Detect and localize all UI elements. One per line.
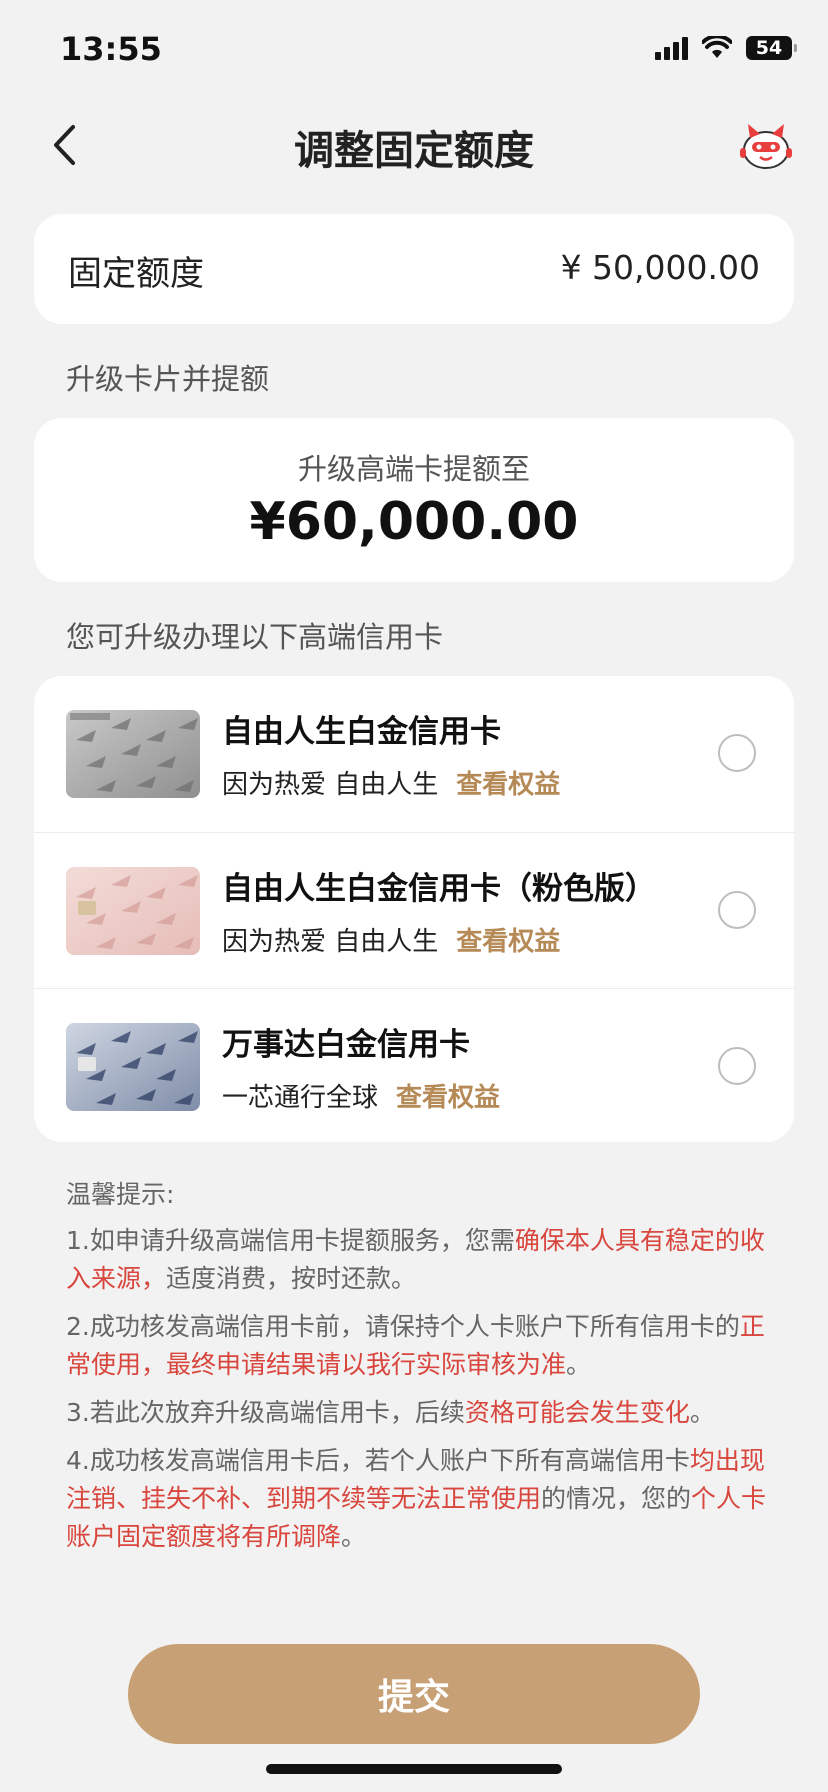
status-time: 13:55 (60, 30, 162, 68)
card-desc: 一芯通行全球 查看权益 (222, 1077, 500, 1114)
tip-2: 2.成功核发高端信用卡前，请保持个人卡账户下所有信用卡的正常使用，最终申请结果请… (66, 1308, 776, 1384)
card-desc: 因为热爱 自由人生 查看权益 (222, 764, 560, 801)
card-radio[interactable] (718, 1047, 756, 1085)
fixed-limit-value: ¥ 50,000.00 (560, 248, 760, 287)
card-option-3[interactable]: 万事达白金信用卡 一芯通行全球 查看权益 (34, 988, 794, 1142)
upgrade-section-title: 升级卡片并提额 (66, 362, 270, 396)
tips-title: 温馨提示: (66, 1180, 175, 1209)
tip-3: 3.若此次放弃升级高端信用卡，后续资格可能会发生变化。 (66, 1394, 776, 1432)
tip-text: 。 (566, 1350, 592, 1379)
view-benefits-link[interactable]: 查看权益 (456, 770, 560, 800)
tip-4: 4.成功核发高端信用卡后，若个人账户下所有高端信用卡均出现注销、挂失不补、到期不… (66, 1442, 776, 1556)
view-benefits-link[interactable]: 查看权益 (456, 927, 560, 957)
tip-text: 3.若此次放弃升级高端信用卡，后续 (66, 1398, 465, 1427)
battery-icon: 54 (746, 36, 797, 60)
tips-section: 温馨提示: 1.如申请升级高端信用卡提额服务，您需确保本人具有稳定的收入来源，适… (66, 1176, 776, 1566)
card-list-title: 您可升级办理以下高端信用卡 (66, 620, 444, 654)
home-indicator (266, 1764, 562, 1774)
card-option-2[interactable]: 自由人生白金信用卡（粉色版） 因为热爱 自由人生 查看权益 (34, 832, 794, 989)
upgrade-amount-card: 升级高端卡提额至 ¥60,000.00 (34, 418, 794, 582)
card-radio[interactable] (718, 891, 756, 929)
card-name: 自由人生白金信用卡（粉色版） (222, 871, 656, 907)
card-image-silver (66, 710, 200, 798)
upgrade-subtitle: 升级高端卡提额至 (297, 452, 530, 486)
page-title: 调整固定额度 (294, 128, 534, 174)
tip-text: 的情况，您的 (541, 1484, 692, 1513)
upgrade-amount: ¥60,000.00 (249, 492, 579, 552)
tip-text: 适度消费，按时还款。 (166, 1264, 417, 1293)
tip-text: 。 (689, 1398, 715, 1427)
card-slogan: 一芯通行全球 (222, 1083, 379, 1113)
cellular-signal-icon (655, 36, 688, 60)
card-image-blue (66, 1023, 200, 1111)
card-list: 自由人生白金信用卡 因为热爱 自由人生 查看权益 自由人生白金信用卡（粉色版） 因… (34, 676, 794, 1142)
nav-bar: 调整固定额度 (0, 100, 828, 190)
card-slogan: 因为热爱 自由人生 (222, 770, 439, 800)
submit-button[interactable]: 提交 (128, 1644, 700, 1744)
tip-text: 2.成功核发高端信用卡前，请保持个人卡账户下所有信用卡的 (66, 1312, 740, 1341)
fixed-limit-card: 固定额度 ¥ 50,000.00 (34, 214, 794, 324)
tip-text: 。 (341, 1522, 367, 1551)
status-bar: 13:55 54 (0, 0, 828, 90)
tip-text: 4.成功核发高端信用卡后，若个人账户下所有高端信用卡 (66, 1446, 690, 1475)
status-icons: 54 (655, 36, 797, 60)
card-desc: 因为热爱 自由人生 查看权益 (222, 921, 560, 958)
card-radio[interactable] (718, 734, 756, 772)
card-name: 万事达白金信用卡 (222, 1027, 470, 1063)
card-slogan: 因为热爱 自由人生 (222, 927, 439, 957)
tip-highlight: 资格可能会发生变化 (464, 1398, 690, 1427)
tip-1: 1.如申请升级高端信用卡提额服务，您需确保本人具有稳定的收入来源，适度消费，按时… (66, 1222, 776, 1298)
card-option-1[interactable]: 自由人生白金信用卡 因为热爱 自由人生 查看权益 (34, 676, 794, 832)
view-benefits-link[interactable]: 查看权益 (396, 1083, 500, 1113)
wifi-icon (702, 36, 732, 58)
card-image-pink (66, 867, 200, 955)
fixed-limit-label: 固定额度 (68, 254, 204, 294)
card-name: 自由人生白金信用卡 (222, 714, 501, 750)
assistant-mascot-icon[interactable] (738, 120, 794, 172)
tip-text: 1.如申请升级高端信用卡提额服务，您需 (66, 1226, 515, 1255)
